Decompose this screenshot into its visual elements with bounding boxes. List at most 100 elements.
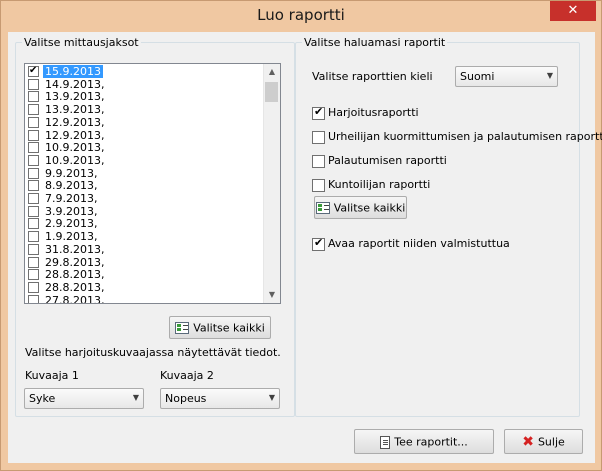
date-checkbox[interactable]: [28, 78, 39, 90]
date-label: 12.9.2013,: [45, 128, 105, 142]
checklist-icon: [175, 322, 190, 334]
date-list-item[interactable]: 28.8.2013,: [25, 268, 265, 281]
date-checkbox[interactable]: [28, 180, 39, 192]
report-checkbox-label: Harjoitusraportti: [328, 106, 419, 119]
language-value: Suomi: [460, 70, 495, 83]
report-checkbox-label: Palautumisen raportti: [328, 154, 447, 167]
date-checkbox[interactable]: [28, 104, 39, 116]
date-checkbox[interactable]: [28, 231, 39, 243]
date-checkbox[interactable]: [28, 91, 39, 103]
window-close-button[interactable]: ✕: [550, 1, 596, 21]
checklist-icon: [315, 202, 330, 214]
report-checkbox-box[interactable]: [312, 179, 325, 192]
date-list-item[interactable]: 2.9.2013,: [25, 217, 265, 230]
date-label: 27.8.2013,: [45, 293, 105, 304]
date-checkbox[interactable]: [28, 167, 39, 179]
date-list-item[interactable]: 29.8.2013,: [25, 256, 265, 269]
chevron-down-icon: ▼: [546, 71, 553, 80]
date-list-item[interactable]: 15.9.2013: [25, 64, 265, 78]
date-checkbox[interactable]: [28, 205, 39, 217]
date-label: 28.8.2013,: [45, 280, 105, 294]
language-select[interactable]: Suomi ▼: [455, 66, 558, 87]
date-list-item[interactable]: 7.9.2013,: [25, 192, 265, 205]
reports-group: Valitse haluamasi raportit Valitse rapor…: [295, 36, 602, 417]
make-reports-button[interactable]: Tee raportit...: [354, 429, 494, 454]
graph1-label: Kuvaaja 1: [25, 369, 79, 382]
title-bar[interactable]: Luo raportti ✕: [1, 1, 601, 31]
date-checkbox[interactable]: [28, 281, 39, 293]
report-checkbox-label: Kuntoilijan raportti: [328, 178, 431, 191]
date-label: 9.9.2013,: [45, 166, 98, 180]
date-label: 1.9.2013,: [45, 230, 98, 244]
date-label: 13.9.2013,: [45, 103, 105, 117]
graph1-select[interactable]: Syke ▼: [24, 388, 144, 409]
language-label: Valitse raporttien kieli: [312, 70, 433, 83]
date-list-item[interactable]: 12.9.2013,: [25, 116, 265, 129]
date-label: 15.9.2013: [43, 65, 103, 78]
chart-info-text: Valitse harjoituskuvaajassa näytettävät …: [25, 346, 281, 359]
close-icon: ✕: [567, 3, 579, 18]
date-checkbox[interactable]: [28, 294, 39, 303]
scroll-down-arrow-icon[interactable]: ▼: [264, 287, 280, 303]
date-list-item[interactable]: 10.9.2013,: [25, 154, 265, 167]
date-list-item[interactable]: 31.8.2013,: [25, 243, 265, 256]
date-checkbox[interactable]: [28, 269, 39, 281]
graph2-select[interactable]: Nopeus ▼: [160, 388, 280, 409]
measurement-periods-group-label: Valitse mittausjaksot: [22, 36, 141, 49]
date-list-item[interactable]: 8.9.2013,: [25, 179, 265, 192]
date-checkbox[interactable]: [28, 154, 39, 166]
date-list-item[interactable]: 28.8.2013,: [25, 281, 265, 294]
date-checkbox[interactable]: [28, 218, 39, 230]
date-list-item[interactable]: 3.9.2013,: [25, 205, 265, 218]
date-list-item[interactable]: 14.9.2013,: [25, 78, 265, 91]
report-checkbox-label: Urheilijan kuormittumisen ja palautumise…: [328, 130, 602, 143]
date-list-item[interactable]: 10.9.2013,: [25, 141, 265, 154]
date-list-item[interactable]: 27.8.2013,: [25, 293, 265, 304]
chevron-down-icon: ▼: [268, 393, 275, 402]
date-checkbox[interactable]: [28, 193, 39, 204]
date-list-item[interactable]: 12.9.2013,: [25, 129, 265, 142]
list-scrollbar[interactable]: ▲ ▼: [263, 64, 280, 303]
graph1-value: Syke: [29, 392, 56, 405]
report-checkbox-box[interactable]: [312, 131, 325, 144]
select-all-reports-label: Valitse kaikki: [333, 201, 406, 215]
measurement-periods-group: Valitse mittausjaksot 15.9.201314.9.2013…: [15, 36, 295, 417]
red-x-icon: ✖: [522, 434, 534, 450]
date-label: 14.9.2013,: [45, 77, 105, 91]
select-all-periods-button[interactable]: Valitse kaikki: [169, 316, 271, 339]
date-checkbox[interactable]: [28, 142, 39, 154]
graph2-label: Kuvaaja 2: [160, 369, 214, 382]
date-label: 31.8.2013,: [45, 242, 105, 256]
select-all-periods-label: Valitse kaikki: [193, 321, 265, 335]
date-label: 12.9.2013,: [45, 115, 105, 129]
report-checkbox-box[interactable]: [312, 105, 325, 120]
date-label: 29.8.2013,: [45, 255, 105, 269]
date-list-item[interactable]: 13.9.2013,: [25, 103, 265, 116]
select-all-reports-button[interactable]: Valitse kaikki: [314, 196, 407, 219]
date-label: 10.9.2013,: [45, 153, 105, 167]
date-label: 3.9.2013,: [45, 204, 98, 218]
scroll-thumb[interactable]: [265, 82, 278, 102]
date-checkbox[interactable]: [28, 129, 39, 141]
date-list-item[interactable]: 13.9.2013,: [25, 90, 265, 103]
open-reports-label: Avaa raportit niiden valmistuttua: [328, 237, 510, 250]
date-list-item[interactable]: 9.9.2013,: [25, 167, 265, 180]
date-label: 10.9.2013,: [45, 141, 105, 155]
date-list-item[interactable]: 1.9.2013,: [25, 230, 265, 243]
date-checkbox[interactable]: [28, 243, 39, 255]
date-checkbox[interactable]: [28, 64, 39, 77]
reports-group-label: Valitse haluamasi raportit: [302, 36, 448, 49]
dialog-window: Luo raportti ✕ Valitse mittausjaksot 15.…: [0, 0, 602, 471]
open-reports-box[interactable]: [312, 236, 325, 251]
chevron-down-icon: ▼: [132, 393, 139, 402]
date-checkbox[interactable]: [28, 116, 39, 128]
report-checkbox-box[interactable]: [312, 155, 325, 168]
date-label: 7.9.2013,: [45, 192, 98, 205]
scroll-up-arrow-icon[interactable]: ▲: [264, 64, 280, 80]
date-checkbox[interactable]: [28, 256, 39, 268]
close-button[interactable]: ✖ Sulje: [504, 429, 583, 454]
date-label: 2.9.2013,: [45, 217, 98, 231]
measurement-periods-list[interactable]: 15.9.201314.9.2013,13.9.2013,13.9.2013,1…: [24, 63, 281, 304]
window-title: Luo raportti: [257, 6, 345, 24]
date-label: 13.9.2013,: [45, 90, 105, 104]
